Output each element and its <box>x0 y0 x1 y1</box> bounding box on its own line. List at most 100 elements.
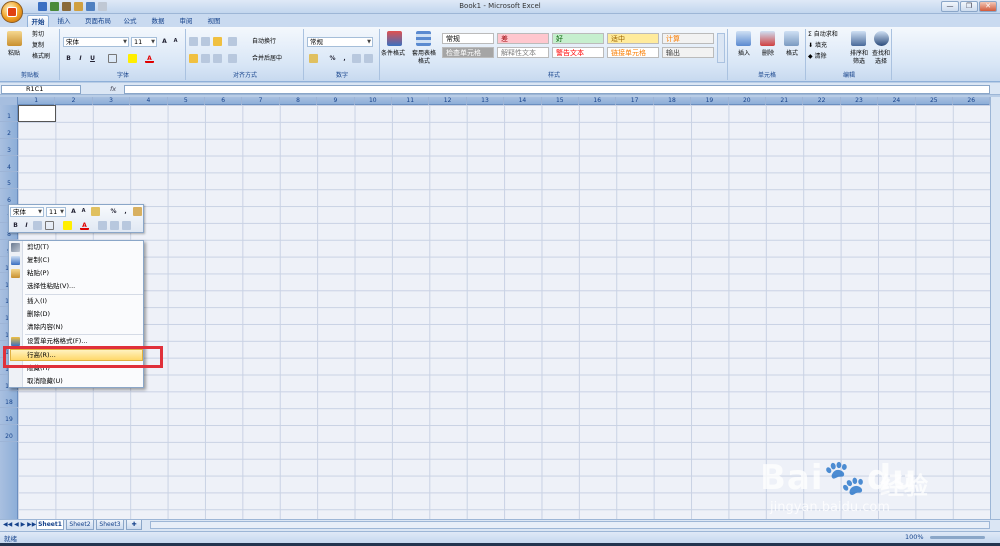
zoom-slider[interactable] <box>930 536 985 539</box>
mini-merge-icon[interactable] <box>122 221 131 230</box>
tab-review[interactable]: 审阅 <box>176 15 196 27</box>
conditional-format-icon[interactable] <box>387 31 402 46</box>
increase-decimal-icon[interactable] <box>352 54 361 63</box>
cell-style-swatch[interactable]: 计算 <box>662 33 714 44</box>
styles-gallery-scroll[interactable] <box>717 33 725 63</box>
column-header[interactable]: 8 <box>280 97 318 105</box>
column-header[interactable]: 26 <box>953 97 991 105</box>
zoom-level[interactable]: 100% <box>905 533 924 541</box>
column-header[interactable]: 14 <box>504 97 542 105</box>
font-name-combo[interactable]: 宋体 ▼ <box>63 37 129 47</box>
select-all-corner[interactable] <box>0 97 18 105</box>
name-box[interactable]: R1C1 <box>1 85 81 94</box>
grow-font-button[interactable]: A <box>160 37 169 46</box>
autosum-button[interactable]: Σ 自动求和 <box>808 31 838 39</box>
column-header[interactable]: 20 <box>729 97 766 105</box>
menu-item-paste[interactable]: 粘贴(P) <box>27 268 49 279</box>
cell-style-swatch[interactable]: 检查单元格 <box>442 47 494 58</box>
cell-grid[interactable] <box>18 105 990 519</box>
mini-format-painter-icon[interactable] <box>133 207 142 216</box>
cell-style-swatch[interactable]: 适中 <box>607 33 659 44</box>
tab-home[interactable]: 开始 <box>27 15 49 27</box>
wrap-text-button[interactable]: 自动换行 <box>252 38 276 46</box>
clear-button[interactable]: ◆ 清除 <box>808 53 827 61</box>
mini-grow-font-button[interactable]: A <box>69 207 78 216</box>
tab-view[interactable]: 视图 <box>204 15 224 27</box>
mini-borders-icon[interactable] <box>45 221 54 230</box>
column-header[interactable]: 21 <box>766 97 804 105</box>
mini-italic-button[interactable]: I <box>22 221 31 230</box>
column-header[interactable]: 18 <box>654 97 692 105</box>
merge-center-button[interactable]: 合并后居中 <box>252 55 282 63</box>
cell-style-swatch[interactable]: 差 <box>497 33 549 44</box>
cell-style-swatch[interactable]: 警告文本 <box>552 47 604 58</box>
underline-button[interactable]: U <box>88 54 97 63</box>
italic-button[interactable]: I <box>76 54 85 63</box>
number-format-combo[interactable]: 常规 ▼ <box>307 37 373 47</box>
insert-sheet-icon[interactable]: ✚ <box>126 520 142 530</box>
menu-item-insert[interactable]: 插入(I) <box>27 296 47 307</box>
mini-comma-button[interactable]: , <box>121 207 130 216</box>
bold-button[interactable]: B <box>64 54 73 63</box>
column-header[interactable]: 12 <box>429 97 467 105</box>
insert-function-button[interactable]: fx <box>110 85 123 94</box>
row-header[interactable]: 2 <box>0 122 18 139</box>
copy-button[interactable]: 复制 <box>32 42 44 50</box>
mini-increase-decimal-icon[interactable] <box>98 221 107 230</box>
office-button[interactable] <box>1 1 23 23</box>
align-bottom-icon[interactable] <box>213 37 222 46</box>
align-middle-icon[interactable] <box>201 37 210 46</box>
cut-button[interactable]: 剪切 <box>32 31 44 39</box>
insert-cells-button[interactable]: 插入 <box>738 50 750 58</box>
cell-style-swatch[interactable]: 常规 <box>442 33 494 44</box>
column-header[interactable]: 11 <box>392 97 430 105</box>
row-header[interactable]: 20 <box>0 425 18 442</box>
format-painter-button[interactable]: 格式刷 <box>32 53 50 61</box>
fill-color-icon[interactable] <box>128 54 137 63</box>
menu-item-clear-contents[interactable]: 清除内容(N) <box>27 322 63 333</box>
font-size-combo[interactable]: 11 ▼ <box>131 37 157 47</box>
mini-font-color-button[interactable]: A <box>80 221 89 230</box>
currency-icon[interactable] <box>309 54 318 63</box>
font-color-button[interactable]: A <box>145 54 154 63</box>
fill-button[interactable]: ⬇ 填充 <box>808 42 827 50</box>
column-header[interactable]: 25 <box>916 97 953 105</box>
sheet-tab-3[interactable]: Sheet3 <box>96 520 124 530</box>
row-header[interactable]: 4 <box>0 156 18 173</box>
column-header[interactable]: 4 <box>130 97 168 105</box>
sort-filter-icon[interactable] <box>851 31 866 46</box>
maximize-button[interactable]: ❐ <box>960 1 978 12</box>
align-right-icon[interactable] <box>213 54 222 63</box>
vertical-scrollbar[interactable] <box>990 97 1000 520</box>
mini-currency-icon[interactable] <box>91 207 100 216</box>
menu-item-copy[interactable]: 复制(C) <box>27 255 50 266</box>
cell-style-swatch[interactable]: 输出 <box>662 47 714 58</box>
mini-decrease-decimal-icon[interactable] <box>110 221 119 230</box>
format-as-table-button[interactable]: 套用表格格式 <box>410 50 438 66</box>
mini-size-combo[interactable]: 11 ▼ <box>46 207 66 217</box>
close-button[interactable]: ✕ <box>979 1 997 12</box>
delete-cells-icon[interactable] <box>760 31 775 46</box>
menu-item-paste-special[interactable]: 选择性粘贴(V)... <box>27 281 75 292</box>
row-header[interactable]: 18 <box>0 391 18 409</box>
column-header[interactable]: 7 <box>242 97 280 105</box>
cell-style-swatch[interactable]: 解释性文本 <box>497 47 549 58</box>
column-header[interactable]: 24 <box>878 97 916 105</box>
tab-data[interactable]: 数据 <box>148 15 168 27</box>
align-left-icon[interactable] <box>189 54 198 63</box>
comma-button[interactable]: , <box>340 54 349 63</box>
paste-label[interactable]: 粘贴 <box>8 50 20 58</box>
tab-insert[interactable]: 插入 <box>54 15 74 27</box>
menu-item-cut[interactable]: 剪切(T) <box>27 242 49 253</box>
column-header[interactable]: 1 <box>18 97 56 105</box>
formula-input[interactable] <box>124 85 990 94</box>
column-header[interactable]: 23 <box>841 97 879 105</box>
column-header[interactable]: 22 <box>803 97 841 105</box>
tab-formulas[interactable]: 公式 <box>120 15 140 27</box>
format-button[interactable]: 格式 <box>786 50 798 58</box>
paste-icon[interactable] <box>7 31 22 46</box>
column-header[interactable]: 13 <box>467 97 505 105</box>
decrease-indent-icon[interactable] <box>228 54 237 63</box>
insert-cells-icon[interactable] <box>736 31 751 46</box>
format-as-table-icon[interactable] <box>416 31 431 46</box>
